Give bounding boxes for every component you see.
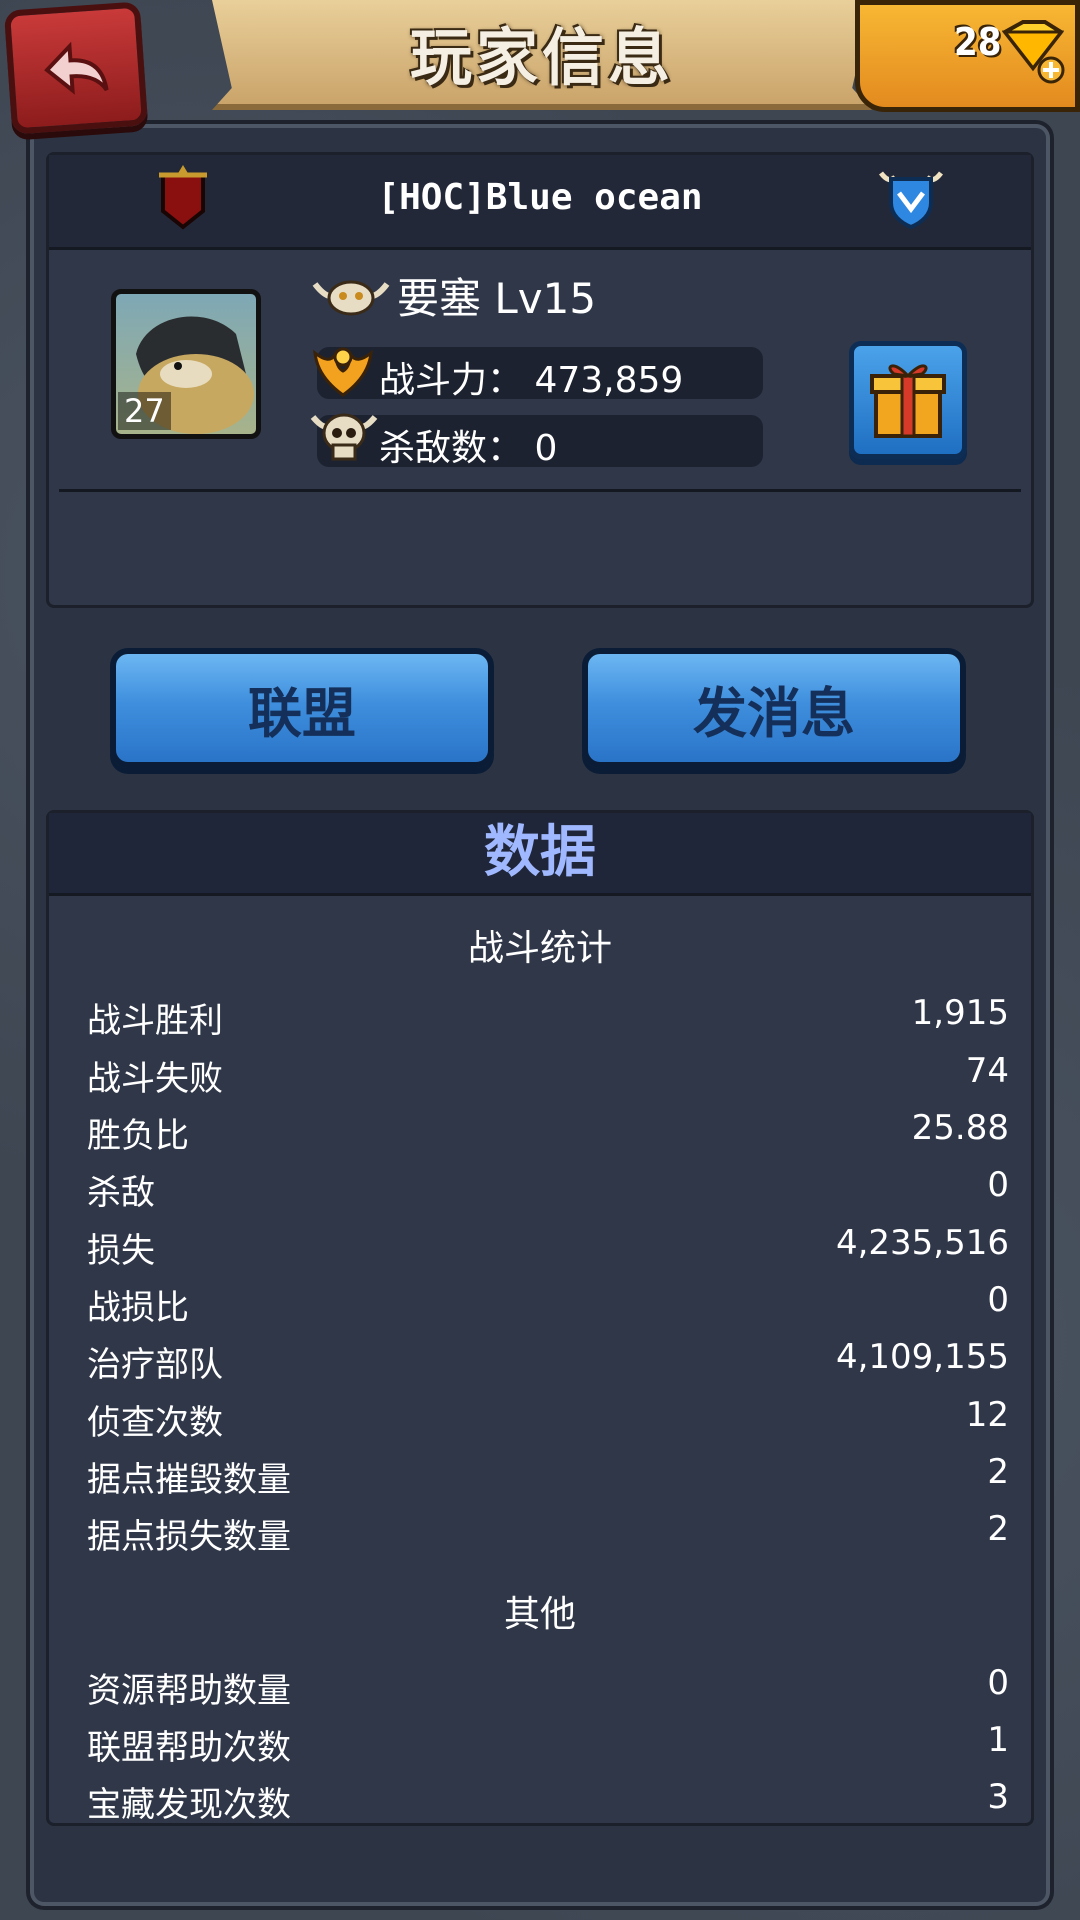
kills-label: 杀敌数： [379,428,524,469]
power-value: 473,859 [534,360,684,401]
data-panel: 数据 战斗统计 战斗胜利 1,915 战斗失败 74 胜负比 25.88 杀敌 … [46,810,1034,1826]
stat-label: 据点损失数量 [87,1517,291,1557]
stat-row: 杀敌 0 [87,1165,1009,1219]
stat-row: 宝藏发现次数 3 [87,1777,1009,1831]
profile-panel: [HOC]Blue ocean 27 要塞 Lv15 战斗力： 473,859 … [46,152,1034,608]
battle-stats-section-title: 战斗统计 [467,928,612,969]
back-button[interactable] [3,1,149,135]
stat-row: 据点损失数量 2 [87,1509,1009,1563]
stat-row: 战损比 0 [87,1280,1009,1334]
power-label: 战斗力： [379,360,524,401]
avatar-level: 27 [118,392,171,430]
rank-level: 要塞 Lv15 [397,273,597,323]
kills-value: 0 [534,428,558,469]
stat-value: 0 [987,1280,1009,1320]
data-header: 数据 [49,813,1031,896]
stat-row: 战斗胜利 1,915 [87,993,1009,1047]
stat-row: 资源帮助数量 0 [87,1663,1009,1717]
stat-row: 侦查次数 12 [87,1395,1009,1449]
avatar[interactable]: 27 [111,289,261,439]
stat-label: 战损比 [87,1288,189,1328]
power-label-value: 战斗力： 473,859 [379,351,683,403]
profile-divider [59,489,1021,492]
stat-value: 0 [987,1663,1009,1703]
stat-value: 74 [965,1051,1009,1091]
stat-row: 战斗失败 74 [87,1051,1009,1105]
stat-label: 胜负比 [87,1116,189,1156]
send-message-button[interactable]: 发消息 [582,648,966,768]
stat-row: 损失 4,235,516 [87,1223,1009,1277]
back-arrow-icon [44,41,109,95]
stat-value: 4,235,516 [835,1223,1009,1263]
stat-value: 1,915 [911,993,1009,1033]
other-section-title: 其他 [503,1594,576,1635]
stat-row: 治疗部队 4,109,155 [87,1337,1009,1391]
stat-value: 1 [987,1720,1009,1760]
stat-value: 2 [987,1452,1009,1492]
stat-row: 据点摧毁数量 2 [87,1452,1009,1506]
skull-icon [310,413,378,461]
page-title: 玩家信息 [409,21,674,94]
stat-value: 0 [987,1165,1009,1205]
kills-label-value: 杀敌数： 0 [379,419,557,471]
power-stat: 战斗力： 473,859 [313,347,763,401]
rank-row: 要塞 Lv15 [311,265,596,325]
stat-row: 联盟帮助次数 1 [87,1720,1009,1774]
gem-icon [1001,20,1065,84]
stat-label: 联盟帮助次数 [87,1728,291,1768]
stat-label: 治疗部队 [87,1345,223,1385]
kills-stat: 杀敌数： 0 [310,413,763,469]
stat-label: 战斗失败 [87,1059,223,1099]
gift-icon [870,364,946,438]
stat-label: 宝藏发现次数 [87,1785,291,1825]
stat-label: 资源帮助数量 [87,1671,291,1711]
data-title: 数据 [484,820,596,885]
stat-value: 3 [987,1777,1009,1817]
stat-label: 战斗胜利 [87,1001,223,1041]
stat-label: 杀敌 [87,1173,155,1213]
stat-value: 4,109,155 [835,1337,1009,1377]
stat-label: 损失 [87,1231,155,1271]
profile-header: [HOC]Blue ocean [49,155,1031,250]
shield-icon [879,171,943,230]
stat-value: 25.88 [911,1108,1009,1148]
phoenix-icon [313,347,373,397]
stat-label: 侦查次数 [87,1403,223,1443]
stat-value: 2 [987,1509,1009,1549]
stat-value: 12 [965,1395,1009,1435]
stat-row: 胜负比 25.88 [87,1108,1009,1162]
horned-skull-icon [312,280,390,316]
stat-label: 据点摧毁数量 [87,1460,291,1500]
title-banner: 玩家信息 [212,0,872,110]
gift-button[interactable] [849,341,967,459]
alliance-button[interactable]: 联盟 [110,648,494,768]
